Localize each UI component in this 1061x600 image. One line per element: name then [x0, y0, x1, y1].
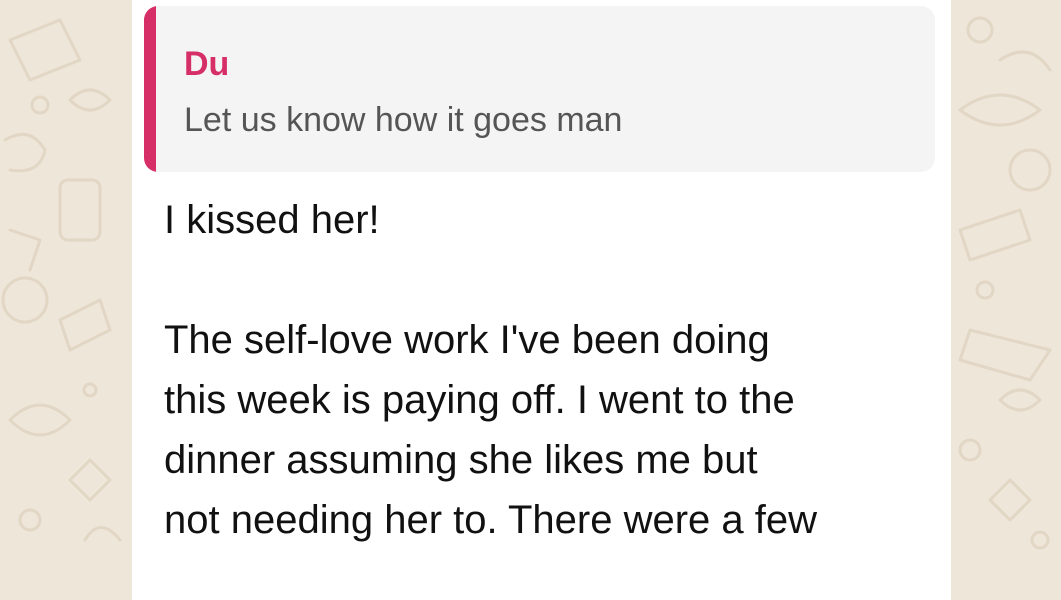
message-paragraph-gap [164, 250, 934, 310]
message-line: The self-love work I've been doing [164, 318, 770, 362]
quoted-reply[interactable]: Du Let us know how it goes man [144, 6, 935, 172]
message-line: this week is paying off. I went to the [164, 378, 795, 422]
quote-author: Du [184, 45, 230, 83]
message-line: not needing her to. There were a few [164, 498, 818, 542]
quote-accent-bar [144, 6, 156, 172]
message-line: dinner assuming she likes me but [164, 438, 758, 482]
message-line: I kissed her! [164, 198, 380, 242]
message-text: I kissed her! The self-love work I've be… [164, 190, 934, 550]
quote-text: Let us know how it goes man [184, 101, 623, 139]
